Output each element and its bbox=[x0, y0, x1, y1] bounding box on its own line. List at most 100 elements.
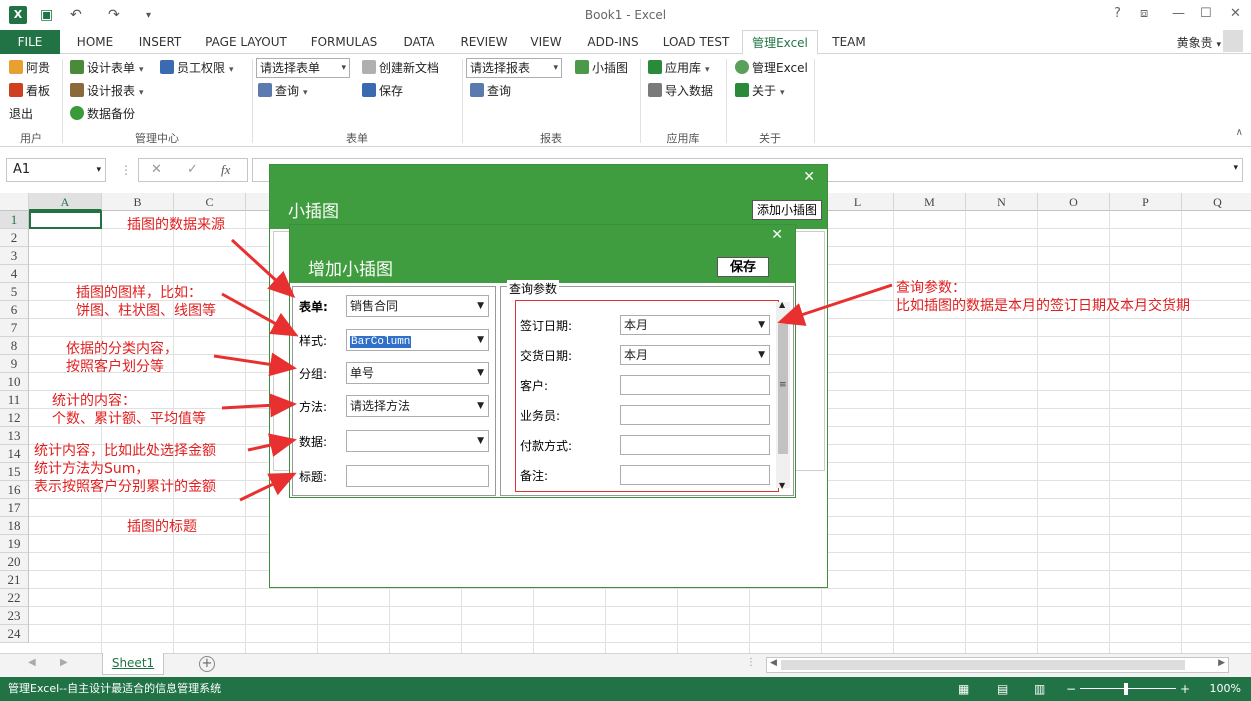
column-header[interactable]: M bbox=[894, 193, 966, 211]
data-dropdown[interactable]: ▼ bbox=[346, 430, 489, 452]
expand-formula-icon[interactable]: ▾ bbox=[1233, 163, 1238, 173]
design-report-button[interactable]: 设计报表 ▾ bbox=[70, 81, 144, 101]
column-header[interactable]: Q bbox=[1182, 193, 1251, 211]
row-header[interactable]: 17 bbox=[0, 499, 29, 517]
column-header[interactable]: P bbox=[1110, 193, 1182, 211]
row-header[interactable]: 15 bbox=[0, 463, 29, 481]
row-header[interactable]: 1 bbox=[0, 211, 29, 229]
column-header[interactable]: O bbox=[1038, 193, 1110, 211]
row-header[interactable]: 8 bbox=[0, 337, 29, 355]
row-header[interactable]: 4 bbox=[0, 265, 29, 283]
column-header[interactable]: C bbox=[174, 193, 246, 211]
user-agui-button[interactable]: 阿贵 bbox=[9, 58, 50, 78]
column-header[interactable]: N bbox=[966, 193, 1038, 211]
tab-home[interactable]: HOME bbox=[68, 30, 122, 54]
scroll-down-icon[interactable]: ▼ bbox=[779, 481, 785, 490]
help-icon[interactable]: ? bbox=[1114, 6, 1121, 21]
new-document-button[interactable]: 创建新文档 bbox=[362, 58, 439, 78]
tab-manage-excel[interactable]: 管理Excel bbox=[742, 30, 818, 55]
query-vertical-scrollbar[interactable]: ▲ ≡ ▼ bbox=[776, 300, 790, 490]
close-icon[interactable]: ✕ bbox=[803, 169, 815, 185]
report-select[interactable]: 请选择报表 ▾ bbox=[466, 58, 562, 78]
close-icon[interactable]: ✕ bbox=[771, 227, 783, 243]
form-select[interactable]: 请选择表单 ▾ bbox=[256, 58, 350, 78]
column-header[interactable]: A bbox=[29, 193, 102, 211]
minimize-icon[interactable]: — bbox=[1172, 6, 1185, 21]
zoom-out-icon[interactable]: − bbox=[1066, 677, 1076, 701]
remark-input[interactable] bbox=[620, 465, 770, 485]
tab-data[interactable]: DATA bbox=[394, 30, 444, 54]
name-box[interactable]: A1 ▾ bbox=[6, 158, 106, 182]
row-header[interactable]: 2 bbox=[0, 229, 29, 247]
horizontal-scrollbar[interactable]: ◀ ▶ bbox=[766, 657, 1229, 673]
logout-button[interactable]: 退出 bbox=[9, 104, 33, 124]
row-header[interactable]: 12 bbox=[0, 409, 29, 427]
employee-permission-button[interactable]: 员工权限 ▾ bbox=[160, 58, 234, 78]
row-header[interactable]: 9 bbox=[0, 355, 29, 373]
row-header[interactable]: 23 bbox=[0, 607, 29, 625]
select-all-corner[interactable] bbox=[0, 193, 29, 211]
zoom-slider-thumb[interactable] bbox=[1124, 683, 1128, 695]
collapse-ribbon-icon[interactable]: ∧ bbox=[1236, 127, 1243, 138]
row-header[interactable]: 19 bbox=[0, 535, 29, 553]
tab-team[interactable]: TEAM bbox=[824, 30, 874, 54]
design-form-button[interactable]: 设计表单 ▾ bbox=[70, 58, 144, 78]
scroll-left-icon[interactable]: ◀ bbox=[770, 658, 777, 668]
salesman-input[interactable] bbox=[620, 405, 770, 425]
row-header[interactable]: 24 bbox=[0, 625, 29, 643]
row-header[interactable]: 14 bbox=[0, 445, 29, 463]
form-save-button[interactable]: 保存 bbox=[362, 81, 403, 101]
row-header[interactable]: 16 bbox=[0, 481, 29, 499]
report-query-button[interactable]: 查询 bbox=[470, 81, 511, 101]
app-library-button[interactable]: 应用库 ▾ bbox=[648, 58, 710, 78]
cancel-entry-icon[interactable]: ✕ bbox=[151, 162, 162, 177]
add-sparkline-button[interactable]: 添加小插图 bbox=[751, 200, 822, 220]
style-dropdown[interactable]: BarColumn ▼ bbox=[346, 329, 489, 351]
save-button[interactable]: 保存 bbox=[717, 257, 769, 277]
next-sheet-icon[interactable]: ▶ bbox=[60, 657, 68, 668]
title-input[interactable] bbox=[346, 465, 489, 487]
about-button[interactable]: 关于 ▾ bbox=[735, 81, 785, 101]
manage-excel-button[interactable]: 管理Excel bbox=[735, 58, 808, 78]
tab-add-ins[interactable]: ADD-INS bbox=[580, 30, 646, 54]
tab-load-test[interactable]: LOAD TEST bbox=[656, 30, 736, 54]
row-header[interactable]: 7 bbox=[0, 319, 29, 337]
import-data-button[interactable]: 导入数据 bbox=[648, 81, 713, 101]
zoom-in-icon[interactable]: + bbox=[1180, 677, 1190, 701]
payment-method-input[interactable] bbox=[620, 435, 770, 455]
normal-view-icon[interactable]: ▦ bbox=[958, 677, 969, 701]
delivery-date-dropdown[interactable]: 本月 ▼ bbox=[620, 345, 770, 365]
form-query-button[interactable]: 查询 ▾ bbox=[258, 81, 308, 101]
row-header[interactable]: 13 bbox=[0, 427, 29, 445]
row-header[interactable]: 20 bbox=[0, 553, 29, 571]
sign-date-dropdown[interactable]: 本月 ▼ bbox=[620, 315, 770, 335]
row-header[interactable]: 10 bbox=[0, 373, 29, 391]
tab-insert[interactable]: INSERT bbox=[130, 30, 190, 54]
method-dropdown[interactable]: 请选择方法 ▼ bbox=[346, 395, 489, 417]
add-sheet-icon[interactable]: + bbox=[199, 656, 215, 672]
tab-page-layout[interactable]: PAGE LAYOUT bbox=[198, 30, 294, 54]
row-header[interactable]: 11 bbox=[0, 391, 29, 409]
user-name[interactable]: 黄象贵 ▾ bbox=[1177, 34, 1221, 51]
sheet-tab-sheet1[interactable]: Sheet1 bbox=[102, 653, 164, 675]
form-dropdown[interactable]: 销售合同 ▼ bbox=[346, 295, 489, 317]
tab-file[interactable]: FILE bbox=[0, 30, 60, 54]
confirm-entry-icon[interactable]: ✓ bbox=[187, 162, 198, 177]
customer-input[interactable] bbox=[620, 375, 770, 395]
prev-sheet-icon[interactable]: ◀ bbox=[28, 657, 36, 668]
page-break-view-icon[interactable]: ▥ bbox=[1034, 677, 1045, 701]
row-header[interactable]: 3 bbox=[0, 247, 29, 265]
scroll-right-icon[interactable]: ▶ bbox=[1218, 658, 1225, 668]
maximize-icon[interactable]: ☐ bbox=[1200, 6, 1212, 21]
row-header[interactable]: 18 bbox=[0, 517, 29, 535]
scroll-up-icon[interactable]: ▲ bbox=[779, 300, 785, 309]
row-header[interactable]: 21 bbox=[0, 571, 29, 589]
dashboard-button[interactable]: 看板 bbox=[9, 81, 50, 101]
row-header[interactable]: 6 bbox=[0, 301, 29, 319]
avatar[interactable] bbox=[1223, 30, 1243, 52]
page-layout-view-icon[interactable]: ▤ bbox=[997, 677, 1008, 701]
tab-view[interactable]: VIEW bbox=[522, 30, 570, 54]
split-grip-icon[interactable]: ⋮ bbox=[746, 657, 756, 668]
column-header[interactable]: B bbox=[102, 193, 174, 211]
tab-formulas[interactable]: FORMULAS bbox=[304, 30, 384, 54]
